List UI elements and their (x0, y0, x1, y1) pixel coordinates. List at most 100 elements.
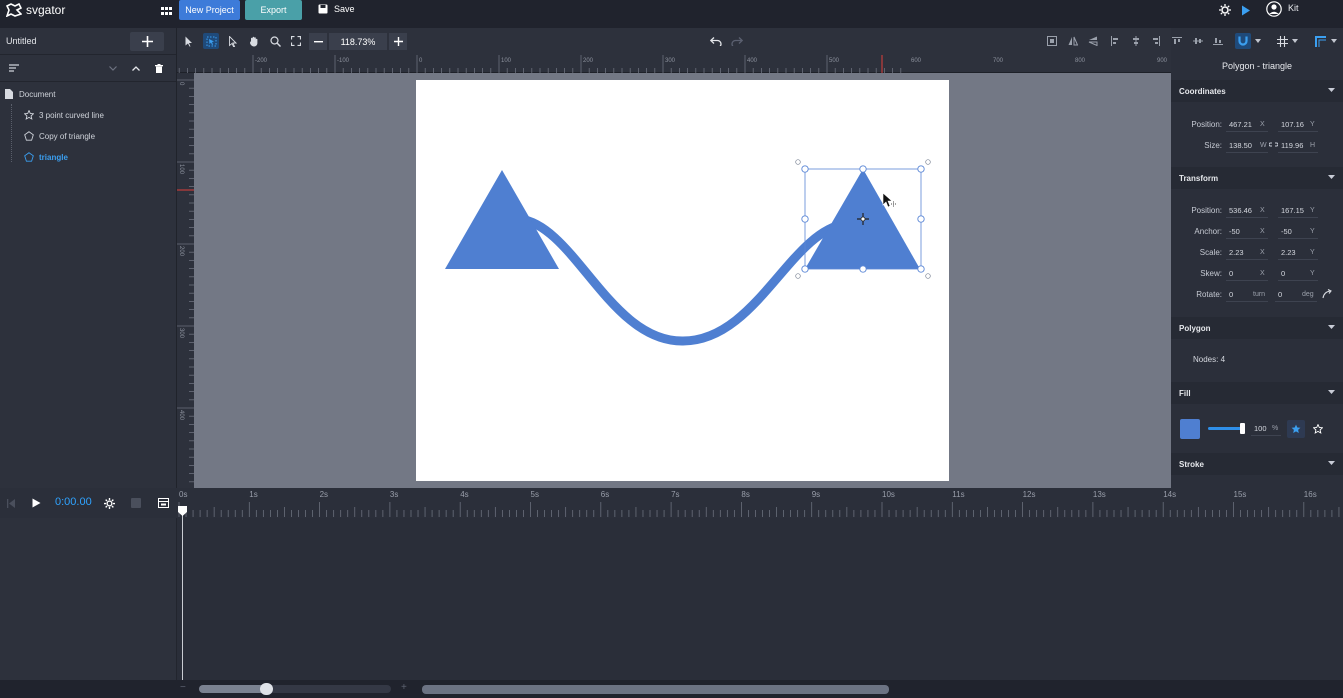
timeline-tick-label: 15s (1234, 490, 1247, 499)
timeline-tick-label: 0s (179, 490, 187, 499)
resize-handle[interactable] (917, 165, 925, 173)
rotate-handle[interactable] (925, 159, 931, 165)
turn-unit: turn (1253, 291, 1266, 298)
coord-position-row: Position: 467.21 X 107.16 Y (1171, 117, 1343, 135)
skip-back-icon[interactable] (5, 497, 17, 509)
copy-of-triangle-shape[interactable] (445, 170, 559, 269)
scale-label: Scale: (1199, 248, 1222, 257)
inspector-panel: Polygon - triangle Coordinates Position:… (1171, 55, 1343, 488)
timeline-controls: 0:00.00 (0, 488, 177, 518)
fill-section-header[interactable]: Fill (1171, 382, 1343, 404)
star-outline-icon[interactable] (1309, 420, 1327, 438)
transform-section-header[interactable]: Transform (1171, 167, 1343, 189)
percent-unit: % (1272, 425, 1279, 432)
zoom-in-timeline-icon[interactable]: + (401, 682, 407, 693)
coord-size-row: Size: 138.50 W 119.96 H (1171, 138, 1343, 156)
resize-handle[interactable] (917, 215, 925, 223)
polygon-nodes: Nodes: 4 (1193, 355, 1226, 364)
resize-handle[interactable] (917, 265, 925, 273)
timeline-tick-label: 10s (882, 490, 895, 499)
zoom-out-timeline-icon[interactable]: − (180, 682, 186, 693)
coordinates-section-header[interactable]: Coordinates (1171, 80, 1343, 102)
timeline-tick-label: 12s (1023, 490, 1036, 499)
anchor-label: Anchor: (1194, 227, 1222, 236)
size-label: Size: (1204, 141, 1222, 150)
timeline-zoom-fill (199, 685, 267, 693)
stop-icon[interactable] (131, 498, 141, 508)
transform-position-row: Position: 536.46 X 167.15 Y (1171, 203, 1343, 221)
chevron-down-icon (1328, 175, 1335, 179)
timeline-tick-label: 3s (390, 490, 398, 499)
current-time[interactable]: 0:00.00 (55, 496, 92, 508)
fill-color-swatch[interactable] (1180, 419, 1200, 439)
curved-line-shape[interactable] (515, 214, 850, 346)
timeline-horizontal-scrollbar[interactable] (422, 685, 889, 694)
skew-row: Skew: 0 X 0 Y (1171, 266, 1343, 284)
mouse-cursor-icon (882, 192, 896, 208)
timeline-tick-label: 9s (812, 490, 820, 499)
timeline-layer-list (0, 518, 177, 680)
link-proportions-icon[interactable] (1268, 140, 1278, 150)
opacity-slider-handle[interactable] (1240, 423, 1245, 434)
timeline-tracks[interactable] (0, 518, 1343, 680)
timeline-tick-label: 4s (460, 490, 468, 499)
chevron-down-icon (1328, 325, 1335, 329)
w-unit: W (1260, 142, 1267, 149)
chevron-down-icon (1328, 461, 1335, 465)
star-fill-icon[interactable] (1287, 420, 1305, 438)
scale-row: Scale: 2.23 X 2.23 Y (1171, 245, 1343, 263)
x-unit: X (1260, 270, 1265, 277)
resize-handle[interactable] (801, 215, 809, 223)
opacity-slider[interactable] (1208, 423, 1245, 434)
rotate-row: Rotate: 0 turn 0 deg (1171, 287, 1343, 305)
skew-label: Skew: (1200, 269, 1222, 278)
position-label: Position: (1191, 120, 1222, 129)
stroke-section-header[interactable]: Stroke (1171, 453, 1343, 475)
play-icon[interactable] (30, 497, 42, 509)
position-label: Position: (1191, 206, 1222, 215)
timeline-tick-label: 1s (249, 490, 257, 499)
inspector-title: Polygon - triangle (1221, 61, 1293, 71)
timeline-tick-label: 11s (952, 490, 964, 499)
timeline-tick-label: 7s (671, 490, 679, 499)
polygon-section-header[interactable]: Polygon (1171, 317, 1343, 339)
rotate-handle[interactable] (795, 159, 801, 165)
settings-gear-icon[interactable] (102, 496, 116, 510)
y-unit: Y (1310, 207, 1315, 214)
y-unit: Y (1310, 228, 1315, 235)
playhead-line[interactable] (182, 510, 183, 680)
timeline-zoom-handle[interactable] (260, 683, 273, 695)
resize-handle[interactable] (801, 265, 809, 273)
y-unit: Y (1310, 249, 1315, 256)
resize-handle[interactable] (859, 165, 867, 173)
timeline-tick-label: 13s (1093, 490, 1106, 499)
x-unit: X (1260, 121, 1265, 128)
timeline-tick-label: 8s (741, 490, 749, 499)
x-unit: X (1260, 228, 1265, 235)
transform-heading: Transform (1179, 173, 1219, 183)
rotate-direction-icon[interactable] (1321, 288, 1333, 300)
resize-handle[interactable] (801, 165, 809, 173)
chevron-down-icon (1328, 390, 1335, 394)
x-unit: X (1260, 249, 1265, 256)
timeline-zoom-slider[interactable] (199, 683, 391, 695)
resize-handle[interactable] (859, 265, 867, 273)
rotate-handle[interactable] (795, 273, 801, 279)
stroke-heading: Stroke (1179, 459, 1204, 469)
timeline-ruler[interactable]: 0s 1s 2s 3s 4s 5s 6s 7s 8s 9s 10s 11s 12s 13s 14s 15s 16… (177, 488, 1343, 518)
timeline-tick-label: 16s (1304, 490, 1317, 499)
timeline-view-icon[interactable] (156, 496, 170, 510)
rotate-label: Rotate: (1196, 290, 1222, 299)
anchor-row: Anchor: -50 X -50 Y (1171, 224, 1343, 242)
coordinates-heading: Coordinates (1179, 86, 1226, 96)
timeline-tick-label: 5s (531, 490, 539, 499)
y-unit: Y (1310, 121, 1315, 128)
bottom-bar: − + (0, 680, 1343, 698)
rotate-handle[interactable] (925, 273, 931, 279)
fill-heading: Fill (1179, 388, 1191, 398)
timeline-tick-label: 6s (601, 490, 609, 499)
polygon-heading: Polygon (1179, 323, 1211, 333)
playhead-handle[interactable] (178, 506, 187, 516)
timeline-tick-label: 2s (320, 490, 328, 499)
chevron-down-icon (1328, 88, 1335, 92)
